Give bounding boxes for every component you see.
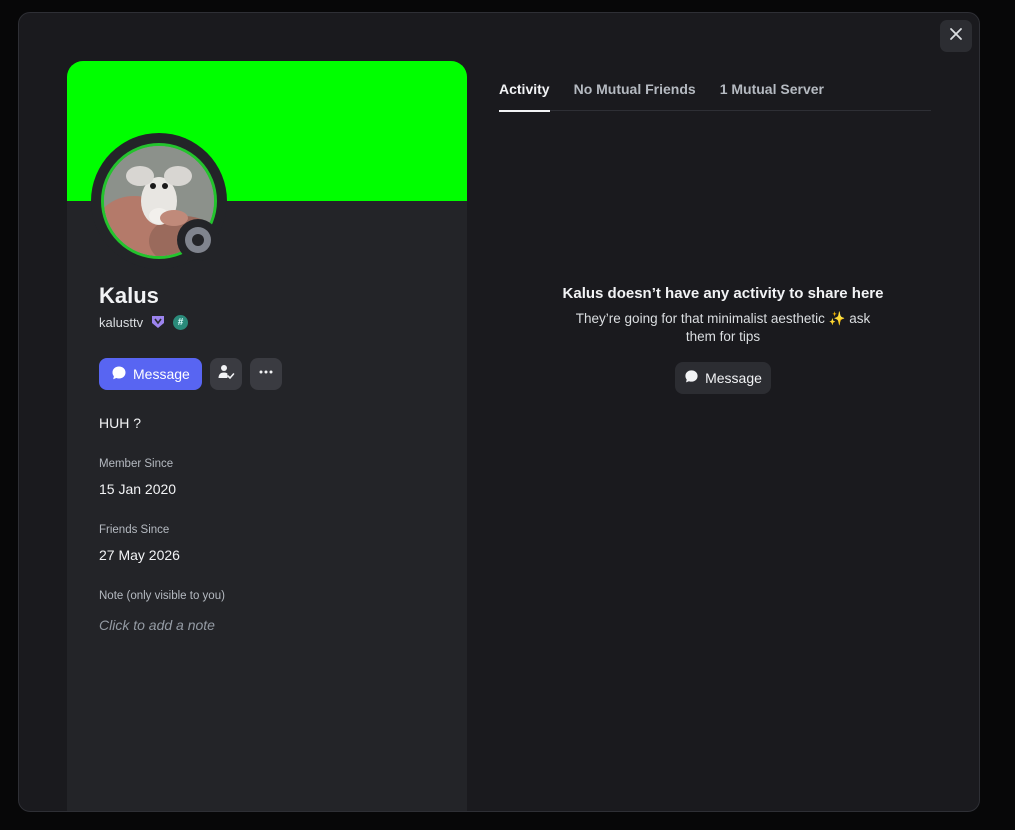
friends-since-value: 27 May 2026 [99, 547, 180, 563]
more-options-button[interactable] [249, 358, 282, 390]
hashtag-icon[interactable]: # [173, 314, 189, 330]
empty-state-title: Kalus doesn’t have any activity to share… [562, 285, 884, 302]
note-input[interactable]: Click to add a note [99, 617, 429, 633]
activity-message-label: Message [705, 370, 762, 386]
empty-state-subtitle: They’re going for that minimalist aesthe… [575, 311, 871, 344]
friend-status-button[interactable] [209, 358, 242, 390]
profile-panel: Kalus kalusttv # Message HUH ? Member Si… [67, 61, 467, 811]
bio: HUH ? [99, 415, 142, 431]
tab-mutual-servers[interactable]: 1 Mutual Server [720, 73, 824, 111]
activity-message-button[interactable]: Message [675, 362, 771, 394]
member-since-label: Member Since [99, 458, 174, 470]
profile-actions: Message [99, 358, 282, 390]
tab-mutual-friends[interactable]: No Mutual Friends [574, 73, 696, 111]
hypesquad-icon[interactable] [149, 313, 167, 331]
username-row: kalusttv # [99, 313, 189, 331]
friends-since-label: Friends Since [99, 524, 170, 536]
username: kalusttv [99, 314, 144, 330]
note-label: Note (only visible to you) [99, 590, 225, 602]
message-button[interactable]: Message [99, 358, 202, 390]
close-button[interactable] [940, 20, 972, 52]
user-check-icon [217, 363, 235, 386]
profile-tabs: Activity No Mutual Friends 1 Mutual Serv… [499, 73, 931, 112]
avatar[interactable] [91, 133, 227, 269]
activity-empty-state: Kalus doesn’t have any activity to share… [499, 285, 947, 394]
member-since-value: 15 Jan 2020 [99, 481, 177, 497]
status-indicator [177, 219, 219, 261]
profile-modal: Kalus kalusttv # Message HUH ? Member Si… [18, 12, 980, 812]
chat-bubble-icon [111, 365, 127, 384]
chat-bubble-icon [684, 369, 699, 387]
ellipsis-icon [258, 364, 274, 385]
offline-status-icon [185, 227, 211, 253]
display-name: Kalus [99, 283, 159, 308]
message-button-label: Message [133, 366, 190, 382]
tab-activity[interactable]: Activity [499, 73, 550, 112]
close-icon [949, 27, 963, 46]
